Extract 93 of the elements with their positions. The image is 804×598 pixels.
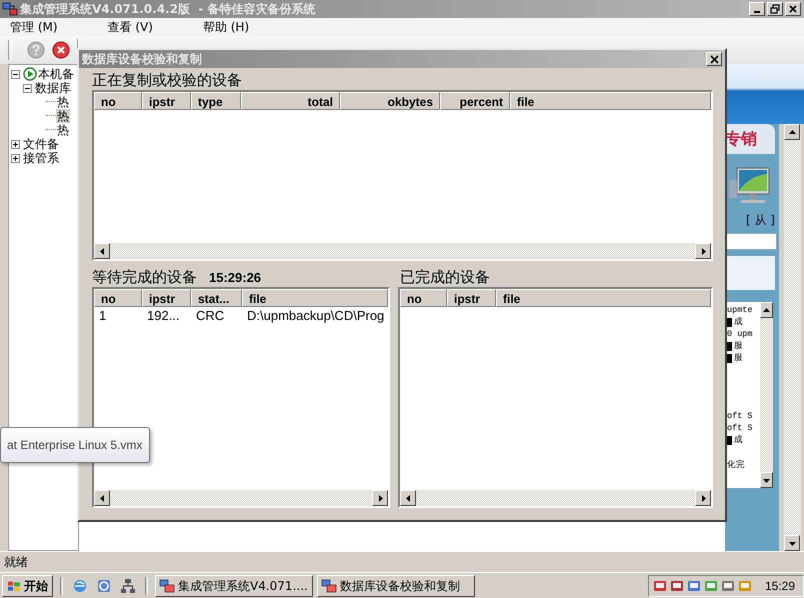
- minimize-button[interactable]: [749, 2, 765, 16]
- close-icon[interactable]: [52, 41, 70, 59]
- restore-button[interactable]: [767, 2, 783, 16]
- section-heading: 已完成的设备: [400, 267, 491, 287]
- help-icon[interactable]: [27, 41, 45, 59]
- column-header[interactable]: no: [94, 92, 142, 110]
- table-cell-text: CRC: [195, 307, 226, 324]
- app-icon: [159, 579, 175, 593]
- expand-icon[interactable]: [11, 140, 20, 148]
- close-button[interactable]: [785, 2, 801, 16]
- status-square-icon: [727, 436, 732, 444]
- column-header[interactable]: file: [510, 92, 711, 110]
- column-header[interactable]: no: [94, 289, 142, 307]
- column-header[interactable]: percent: [440, 92, 510, 110]
- windows-logo-icon: [7, 580, 21, 592]
- left-arrow-icon: [98, 494, 106, 502]
- table-cell-text: 1: [98, 307, 108, 324]
- caption-text: [ 从 ]: [745, 212, 775, 229]
- input-field[interactable]: [725, 233, 777, 250]
- column-header[interactable]: ipstr: [142, 92, 191, 110]
- status-square-icon: [727, 342, 732, 350]
- log-text: oft S: [727, 410, 753, 422]
- table-cell-text: D:\upmbackup\CD\Prog: [246, 307, 386, 324]
- scroll-left-button[interactable]: [94, 490, 110, 506]
- window-title: 集成管理系统V4.071.0.4.2版 - 备特佳容灾备份系统: [20, 0, 316, 18]
- close-icon: [710, 54, 718, 64]
- menu-item[interactable]: 查看 (V): [102, 18, 159, 36]
- log-text: 服: [734, 352, 743, 364]
- log-text: 成: [734, 316, 743, 328]
- scroll-left-button[interactable]: [94, 243, 110, 259]
- close-icon: [788, 4, 798, 14]
- collapse-icon[interactable]: [11, 70, 20, 78]
- expand-icon[interactable]: [11, 154, 20, 162]
- log-text: 0 upm: [727, 328, 753, 340]
- banner-text: 专销: [725, 124, 775, 154]
- log-text: 化完: [727, 459, 745, 471]
- up-arrow-icon: [762, 306, 771, 314]
- table-cell-text: 192...: [146, 307, 181, 324]
- column-header[interactable]: stat...: [191, 289, 242, 307]
- scroll-up-button[interactable]: [760, 302, 773, 318]
- log-text: upmte: [727, 304, 753, 316]
- scroll-up-button[interactable]: [784, 124, 800, 140]
- browser-icon[interactable]: [72, 578, 88, 594]
- left-arrow-icon: [404, 494, 412, 502]
- tree-item[interactable]: 热: [56, 95, 70, 109]
- taskbar-button[interactable]: 集成管理系统V4.071....: [155, 575, 313, 597]
- left-arrow-icon: [98, 246, 106, 256]
- status-square-icon: [727, 354, 732, 362]
- menu-item[interactable]: 管理 (M): [4, 18, 64, 36]
- column-header[interactable]: file: [242, 289, 388, 307]
- scroll-down-button[interactable]: [784, 535, 800, 551]
- column-header[interactable]: file: [496, 289, 711, 307]
- up-arrow-icon: [788, 128, 796, 136]
- app-icon: [321, 579, 337, 593]
- taskbar-button[interactable]: 数据库设备校验和复制: [317, 575, 475, 597]
- column-header[interactable]: okbytes: [340, 92, 440, 110]
- close-button[interactable]: [706, 52, 722, 66]
- column-header[interactable]: ipstr: [447, 289, 496, 307]
- tree-item[interactable]: 文件备: [22, 137, 60, 151]
- tree-item[interactable]: 数据库: [34, 81, 72, 95]
- section-heading: 等待完成的设备: [92, 267, 197, 287]
- start-button[interactable]: 开始: [2, 575, 53, 597]
- menu-item[interactable]: 帮助 (H): [196, 18, 256, 36]
- tree-item[interactable]: 本机备: [37, 67, 75, 81]
- collapse-icon[interactable]: [23, 84, 32, 92]
- status-square-icon: [727, 318, 732, 326]
- scroll-right-button[interactable]: [695, 243, 711, 259]
- column-header[interactable]: no: [400, 289, 447, 307]
- section-heading: 正在复制或校验的设备: [92, 70, 243, 90]
- log-text: 成: [734, 434, 743, 446]
- app-icon: [2, 2, 18, 16]
- clock-text: 15:29: [764, 579, 795, 593]
- restore-icon: [770, 4, 780, 14]
- play-icon: [23, 67, 37, 81]
- tree-item[interactable]: 热: [56, 109, 70, 123]
- tree-item[interactable]: 热: [56, 123, 70, 137]
- scroll-right-button[interactable]: [695, 490, 711, 506]
- scroll-left-button[interactable]: [400, 490, 416, 506]
- info-box: [725, 256, 775, 290]
- minimize-icon: [754, 11, 760, 13]
- scroll-right-button[interactable]: [372, 490, 388, 506]
- app-icon[interactable]: [96, 578, 112, 594]
- status-text: 就绪: [4, 554, 28, 570]
- column-header[interactable]: ipstr: [142, 289, 191, 307]
- tree-item[interactable]: 接管系: [22, 151, 60, 165]
- tooltip: at Enterprise Linux 5.vmx: [0, 427, 150, 463]
- log-text: oft S: [727, 422, 753, 434]
- time-text: 15:29:26: [209, 270, 262, 285]
- log-text: 服: [734, 340, 743, 352]
- scroll-down-button[interactable]: [760, 472, 773, 488]
- column-header[interactable]: total: [241, 92, 340, 110]
- column-header[interactable]: type: [191, 92, 241, 110]
- dialog-title: 数据库设备校验和复制: [82, 50, 203, 68]
